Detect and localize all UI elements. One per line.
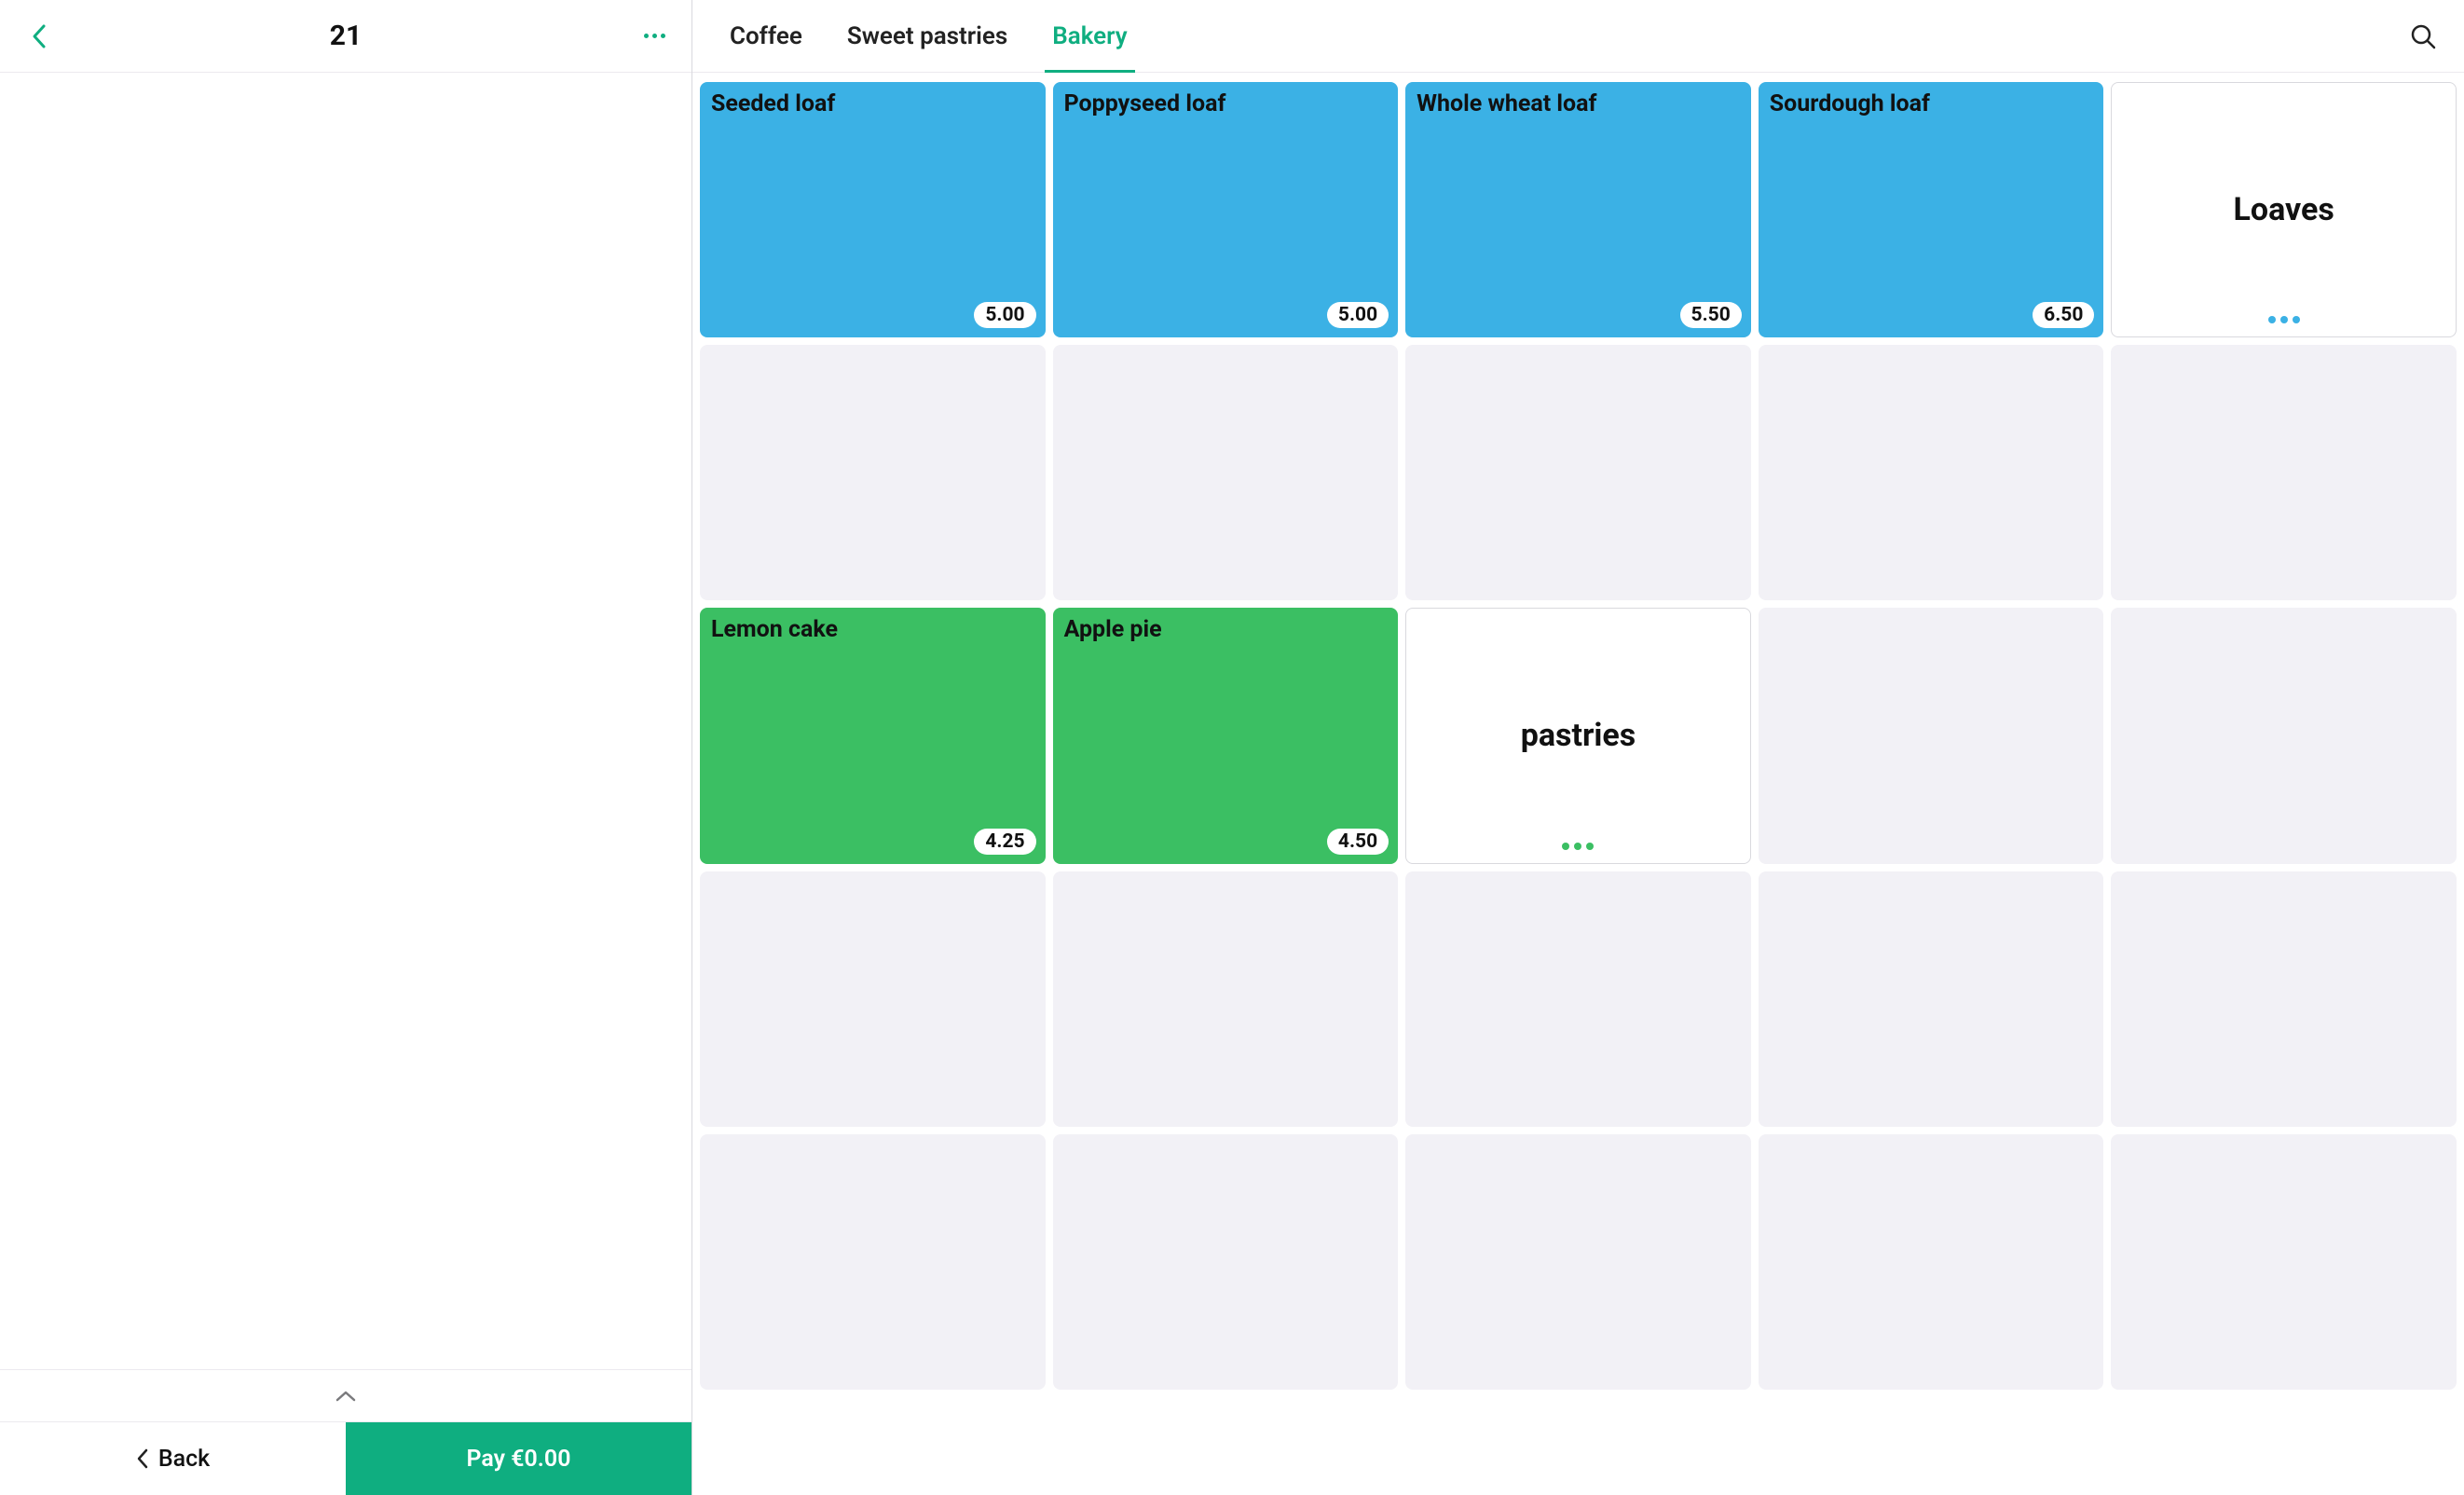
sidebar-back-icon[interactable]	[26, 23, 52, 49]
product-name: Sourdough loaf	[1770, 91, 2093, 118]
product-tile[interactable]: Lemon cake 4.25	[700, 608, 1046, 863]
pay-button[interactable]: Pay €0.00	[346, 1422, 691, 1495]
product-tile[interactable]: Apple pie 4.50	[1053, 608, 1399, 863]
empty-tile	[1759, 1134, 2104, 1390]
category-dots-icon	[1562, 843, 1594, 850]
category-dots-icon	[2268, 316, 2300, 323]
product-price: 4.50	[1327, 829, 1389, 855]
product-tile[interactable]: Poppyseed loaf 5.00	[1053, 82, 1399, 337]
empty-tile	[1053, 871, 1399, 1127]
product-name: Seeded loaf	[711, 91, 1034, 118]
empty-tile	[1405, 345, 1751, 600]
collapse-toggle[interactable]	[0, 1370, 691, 1422]
product-name: Poppyseed loaf	[1064, 91, 1388, 118]
category-label: pastries	[1521, 717, 1636, 754]
order-items-area	[0, 73, 691, 1369]
product-name: Apple pie	[1064, 617, 1388, 644]
empty-tile	[2111, 345, 2457, 600]
product-price: 6.50	[2033, 302, 2094, 328]
product-price: 5.00	[1327, 302, 1389, 328]
order-sidebar: 21 Back Pay €0.00	[0, 0, 692, 1495]
product-name: Whole wheat loaf	[1417, 91, 1740, 118]
sidebar-footer: Back Pay €0.00	[0, 1369, 691, 1495]
empty-tile	[1053, 1134, 1399, 1390]
chevron-left-icon	[136, 1448, 149, 1469]
back-button[interactable]: Back	[0, 1422, 346, 1495]
product-price: 5.00	[974, 302, 1035, 328]
empty-tile	[2111, 1134, 2457, 1390]
main-area: Coffee Sweet pastries Bakery Seeded loaf…	[692, 0, 2464, 1495]
sidebar-header: 21	[0, 0, 691, 73]
tab-coffee[interactable]: Coffee	[730, 0, 802, 72]
category-tabs: Coffee Sweet pastries Bakery	[730, 0, 1128, 72]
empty-tile	[1405, 871, 1751, 1127]
more-icon[interactable]	[644, 34, 665, 38]
back-button-label: Back	[158, 1446, 210, 1473]
empty-tile	[1759, 871, 2104, 1127]
chevron-up-icon	[335, 1390, 356, 1403]
empty-tile	[1759, 345, 2104, 600]
category-tile[interactable]: Loaves	[2111, 82, 2457, 337]
product-price: 4.25	[974, 829, 1035, 855]
tab-sweet-pastries[interactable]: Sweet pastries	[847, 0, 1007, 72]
empty-tile	[2111, 871, 2457, 1127]
empty-tile	[1759, 608, 2104, 863]
product-tile[interactable]: Whole wheat loaf 5.50	[1405, 82, 1751, 337]
product-grid-wrap: Seeded loaf 5.00 Poppyseed loaf 5.00 Whole w…	[692, 73, 2464, 1495]
empty-tile	[2111, 608, 2457, 863]
order-number: 21	[0, 20, 691, 52]
empty-tile	[1405, 1134, 1751, 1390]
product-tile[interactable]: Sourdough loaf 6.50	[1759, 82, 2104, 337]
product-tile[interactable]: Seeded loaf 5.00	[700, 82, 1046, 337]
tab-bakery[interactable]: Bakery	[1052, 0, 1127, 72]
topbar: Coffee Sweet pastries Bakery	[692, 0, 2464, 73]
search-button[interactable]	[2404, 18, 2442, 55]
empty-tile	[700, 1134, 1046, 1390]
category-label: Loaves	[2234, 191, 2334, 228]
product-grid: Seeded loaf 5.00 Poppyseed loaf 5.00 Whole w…	[700, 82, 2457, 1390]
empty-tile	[700, 871, 1046, 1127]
product-price: 5.50	[1680, 302, 1742, 328]
search-icon	[2410, 23, 2436, 49]
empty-tile	[700, 345, 1046, 600]
pay-button-label: Pay €0.00	[466, 1446, 570, 1473]
category-tile[interactable]: pastries	[1405, 608, 1751, 863]
empty-tile	[1053, 345, 1399, 600]
product-name: Lemon cake	[711, 617, 1034, 644]
